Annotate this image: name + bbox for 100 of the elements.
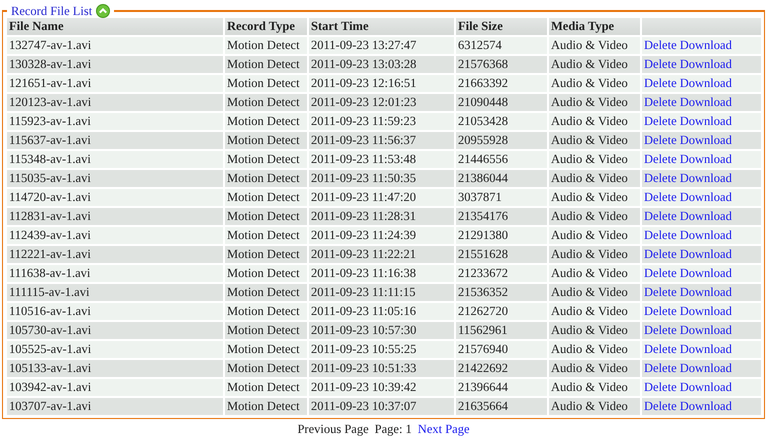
- panel-title: Record File List: [11, 4, 92, 18]
- download-link[interactable]: Download: [680, 323, 732, 337]
- file-size-cell: 20955928: [456, 132, 547, 149]
- collapse-icon[interactable]: [96, 4, 110, 18]
- media-type-cell: Audio & Video: [549, 56, 640, 73]
- download-link[interactable]: Download: [680, 152, 732, 166]
- file-name-cell: 110516-av-1.avi: [7, 303, 223, 320]
- download-link[interactable]: Download: [680, 247, 732, 261]
- record-type-cell: Motion Detect: [225, 284, 307, 301]
- record-type-cell: Motion Detect: [225, 189, 307, 206]
- download-link[interactable]: Download: [680, 171, 732, 185]
- delete-link[interactable]: Delete: [644, 209, 677, 223]
- file-size-cell: 21446556: [456, 151, 547, 168]
- media-type-cell: Audio & Video: [549, 189, 640, 206]
- file-name-cell: 111115-av-1.avi: [7, 284, 223, 301]
- download-link[interactable]: Download: [680, 95, 732, 109]
- column-header: File Size: [456, 18, 547, 35]
- file-size-cell: 21576368: [456, 56, 547, 73]
- media-type-cell: Audio & Video: [549, 360, 640, 377]
- record-type-cell: Motion Detect: [225, 113, 307, 130]
- media-type-cell: Audio & Video: [549, 398, 640, 415]
- download-link[interactable]: Download: [680, 190, 732, 204]
- download-link[interactable]: Download: [680, 76, 732, 90]
- file-size-cell: 21262720: [456, 303, 547, 320]
- file-size-cell: 21396644: [456, 379, 547, 396]
- delete-link[interactable]: Delete: [644, 171, 677, 185]
- delete-link[interactable]: Delete: [644, 228, 677, 242]
- column-header: File Name: [7, 18, 223, 35]
- delete-link[interactable]: Delete: [644, 76, 677, 90]
- media-type-cell: Audio & Video: [549, 151, 640, 168]
- media-type-cell: Audio & Video: [549, 322, 640, 339]
- file-name-cell: 114720-av-1.avi: [7, 189, 223, 206]
- download-link[interactable]: Download: [680, 342, 732, 356]
- start-time-cell: 2011-09-23 11:50:35: [309, 170, 454, 187]
- download-link[interactable]: Download: [680, 399, 732, 413]
- file-size-cell: 21663392: [456, 75, 547, 92]
- file-name-cell: 132747-av-1.avi: [7, 37, 223, 54]
- delete-link[interactable]: Delete: [644, 95, 677, 109]
- delete-link[interactable]: Delete: [644, 361, 677, 375]
- file-size-cell: 21635664: [456, 398, 547, 415]
- record-type-cell: Motion Detect: [225, 303, 307, 320]
- start-time-cell: 2011-09-23 10:51:33: [309, 360, 454, 377]
- file-size-cell: 21536352: [456, 284, 547, 301]
- download-link[interactable]: Download: [680, 57, 732, 71]
- media-type-cell: Audio & Video: [549, 208, 640, 225]
- download-link[interactable]: Download: [680, 380, 732, 394]
- start-time-cell: 2011-09-23 11:59:23: [309, 113, 454, 130]
- media-type-cell: Audio & Video: [549, 75, 640, 92]
- delete-link[interactable]: Delete: [644, 342, 677, 356]
- delete-link[interactable]: Delete: [644, 152, 677, 166]
- record-type-cell: Motion Detect: [225, 265, 307, 282]
- download-link[interactable]: Download: [680, 285, 732, 299]
- file-size-cell: 21354176: [456, 208, 547, 225]
- delete-link[interactable]: Delete: [644, 114, 677, 128]
- record-type-cell: Motion Detect: [225, 75, 307, 92]
- download-link[interactable]: Download: [680, 133, 732, 147]
- record-type-cell: Motion Detect: [225, 360, 307, 377]
- file-name-cell: 120123-av-1.avi: [7, 94, 223, 111]
- delete-link[interactable]: Delete: [644, 399, 677, 413]
- delete-link[interactable]: Delete: [644, 190, 677, 204]
- delete-link[interactable]: Delete: [644, 266, 677, 280]
- media-type-cell: Audio & Video: [549, 132, 640, 149]
- record-type-cell: Motion Detect: [225, 94, 307, 111]
- download-link[interactable]: Download: [680, 228, 732, 242]
- delete-link[interactable]: Delete: [644, 133, 677, 147]
- start-time-cell: 2011-09-23 11:28:31: [309, 208, 454, 225]
- download-link[interactable]: Download: [680, 114, 732, 128]
- file-size-cell: 21090448: [456, 94, 547, 111]
- delete-link[interactable]: Delete: [644, 57, 677, 71]
- start-time-cell: 2011-09-23 13:27:47: [309, 37, 454, 54]
- media-type-cell: Audio & Video: [549, 341, 640, 358]
- record-type-cell: Motion Detect: [225, 56, 307, 73]
- download-link[interactable]: Download: [680, 38, 732, 52]
- delete-link[interactable]: Delete: [644, 247, 677, 261]
- file-name-cell: 103942-av-1.avi: [7, 379, 223, 396]
- start-time-cell: 2011-09-23 11:56:37: [309, 132, 454, 149]
- column-header: Media Type: [549, 18, 640, 35]
- file-name-cell: 115348-av-1.avi: [7, 151, 223, 168]
- record-type-cell: Motion Detect: [225, 151, 307, 168]
- record-type-cell: Motion Detect: [225, 227, 307, 244]
- start-time-cell: 2011-09-23 10:37:07: [309, 398, 454, 415]
- download-link[interactable]: Download: [680, 304, 732, 318]
- record-type-cell: Motion Detect: [225, 379, 307, 396]
- delete-link[interactable]: Delete: [644, 380, 677, 394]
- download-link[interactable]: Download: [680, 361, 732, 375]
- page-number: Page: 1: [374, 422, 412, 437]
- delete-link[interactable]: Delete: [644, 304, 677, 318]
- delete-link[interactable]: Delete: [644, 285, 677, 299]
- next-page-link[interactable]: Next Page: [418, 422, 470, 437]
- start-time-cell: 2011-09-23 11:53:48: [309, 151, 454, 168]
- start-time-cell: 2011-09-23 10:55:25: [309, 341, 454, 358]
- file-size-cell: 21422692: [456, 360, 547, 377]
- delete-link[interactable]: Delete: [644, 38, 677, 52]
- file-size-cell: 21576940: [456, 341, 547, 358]
- record-type-cell: Motion Detect: [225, 132, 307, 149]
- media-type-cell: Audio & Video: [549, 113, 640, 130]
- download-link[interactable]: Download: [680, 209, 732, 223]
- start-time-cell: 2011-09-23 11:11:15: [309, 284, 454, 301]
- delete-link[interactable]: Delete: [644, 323, 677, 337]
- download-link[interactable]: Download: [680, 266, 732, 280]
